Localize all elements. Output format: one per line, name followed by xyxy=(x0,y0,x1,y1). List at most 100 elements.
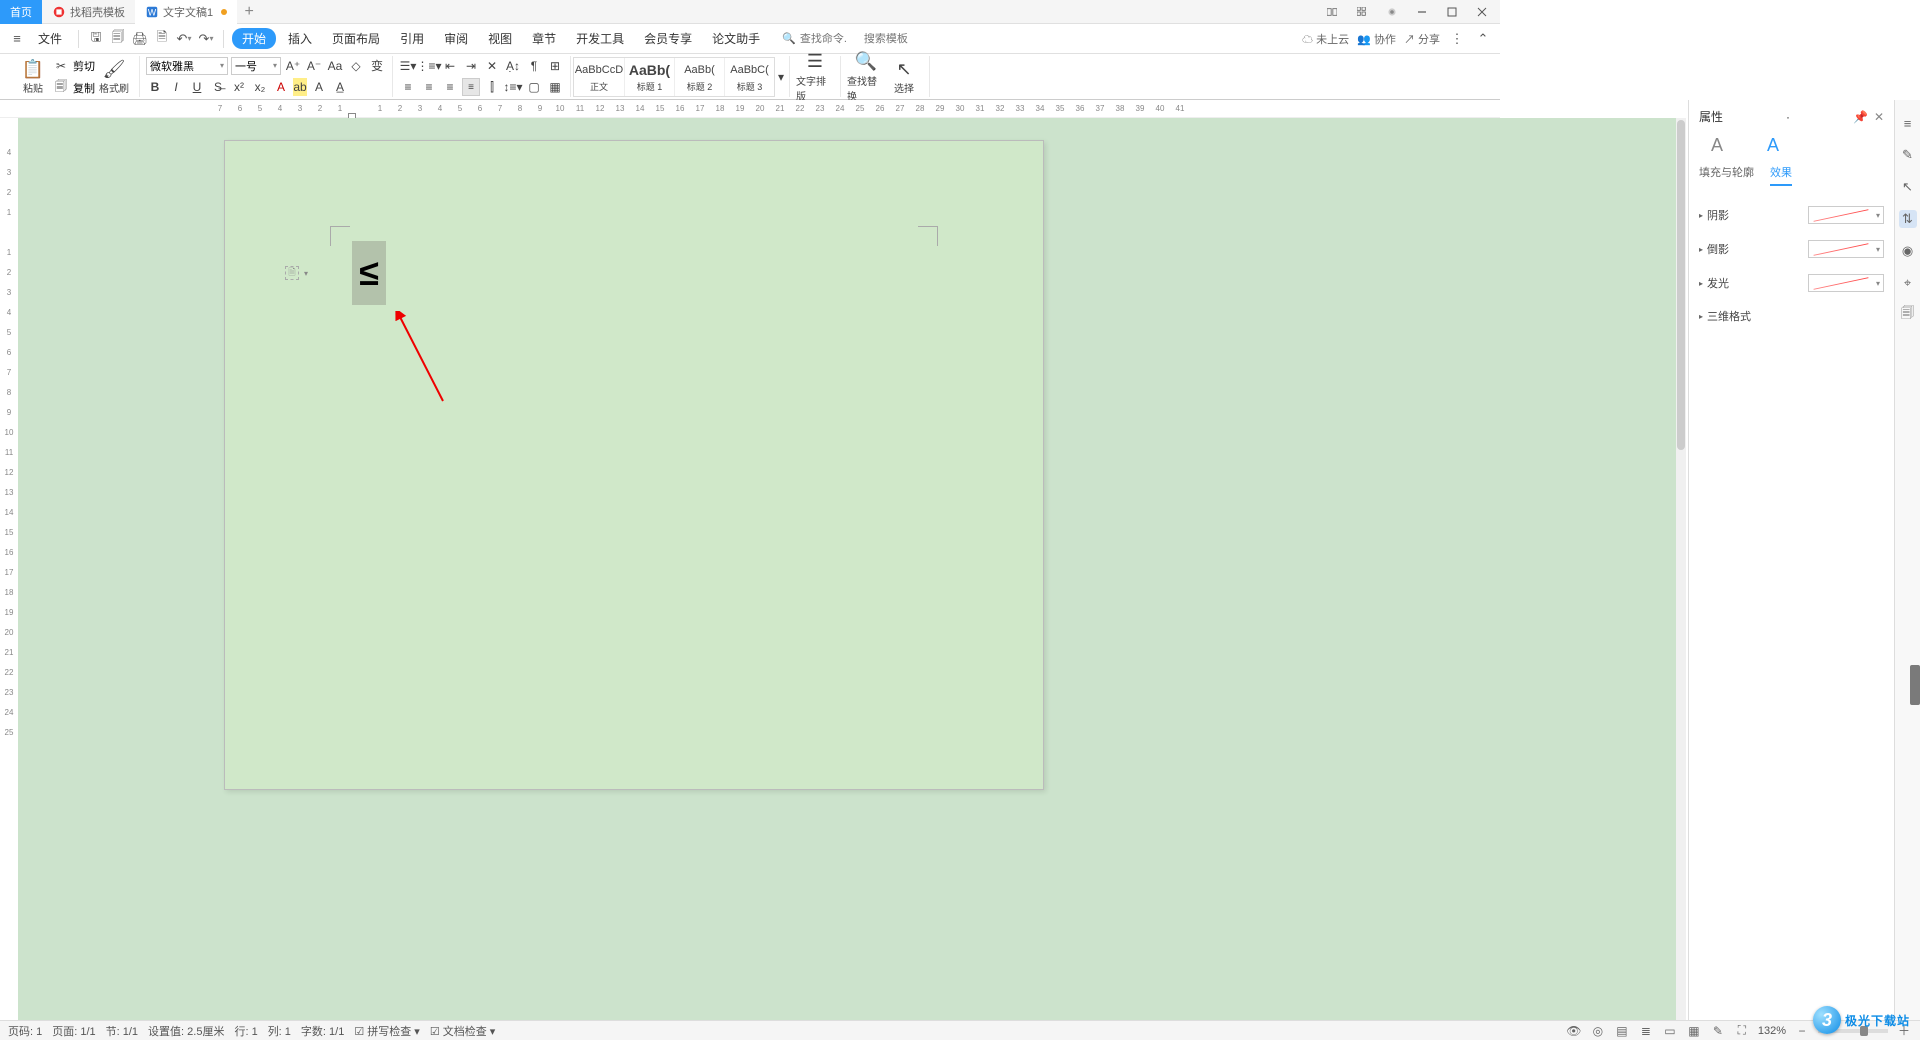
text-layout-button[interactable]: ☰文字排版 xyxy=(796,51,834,103)
tab-doc1[interactable]: W 文字文稿1 xyxy=(135,0,237,24)
menu-page-layout[interactable]: 页面布局 xyxy=(324,28,388,49)
document-page[interactable]: 🗎 ≤ xyxy=(224,140,1044,790)
sidepanel-hamburger-icon[interactable]: ≡ xyxy=(1899,114,1917,132)
zoom-out-button[interactable]: − xyxy=(1794,1023,1810,1039)
border-button[interactable]: ⊞ xyxy=(546,57,564,75)
ruler-horizontal[interactable]: 7654321123456789101112131415161718192021… xyxy=(0,100,1500,118)
sb-words[interactable]: 字数: 1/1 xyxy=(301,1023,344,1039)
font-size-select[interactable]: 一号▾ xyxy=(231,57,281,75)
font-name-select[interactable]: 微软雅黑▾ xyxy=(146,57,228,75)
text-props-tab-icon[interactable]: A xyxy=(1699,135,1735,156)
glow-preset[interactable] xyxy=(1808,274,1884,292)
sb-page[interactable]: 页面: 1/1 xyxy=(52,1023,95,1039)
sb-fit-icon[interactable]: ⛶ xyxy=(1734,1023,1750,1039)
align-right-button[interactable]: ≡ xyxy=(441,78,459,96)
maximize-button[interactable] xyxy=(1440,2,1464,22)
tab-home[interactable]: 首页 xyxy=(0,0,42,24)
align-left-button[interactable]: ≡ xyxy=(399,78,417,96)
spacing-button[interactable]: ↕≡▾ xyxy=(504,78,522,96)
glow-section[interactable]: ▸发光 xyxy=(1699,266,1884,300)
sb-doccheck[interactable]: ☑ 文档检查 ▾ xyxy=(430,1023,496,1039)
indent-button[interactable]: ⇥ xyxy=(462,57,480,75)
numbering-button[interactable]: ⋮≡▾ xyxy=(420,57,438,75)
menu-view[interactable]: 视图 xyxy=(480,28,520,49)
clear-format-icon[interactable]: ◇ xyxy=(347,57,365,75)
scrollbar-thumb[interactable] xyxy=(1677,120,1685,450)
pin-icon[interactable]: 📌 xyxy=(1853,110,1868,124)
quick-print-icon[interactable]: 🗎 xyxy=(153,30,171,48)
close-panel-icon[interactable]: ✕ xyxy=(1874,110,1884,124)
char-shading-button[interactable]: A̲ xyxy=(331,78,349,96)
find-replace-button[interactable]: 🔍查找替换 xyxy=(847,51,885,103)
highlight-button[interactable]: ab xyxy=(293,78,307,96)
align-center-button[interactable]: ≡ xyxy=(420,78,438,96)
font-increase-icon[interactable]: A⁺ xyxy=(284,57,302,75)
sb-target-icon[interactable]: ◎ xyxy=(1590,1023,1606,1039)
minimize-button[interactable] xyxy=(1410,2,1434,22)
sb-pageno[interactable]: 页码: 1 xyxy=(8,1023,42,1039)
style-h1[interactable]: AaBb(标题 1 xyxy=(624,58,674,96)
sb-pen-icon[interactable]: ✎ xyxy=(1710,1023,1726,1039)
style-gallery[interactable]: AaBbCcD正文 AaBb(标题 1 AaBb(标题 2 AaBbC(标题 3 xyxy=(573,57,775,97)
template-search-input[interactable] xyxy=(864,33,924,45)
italic-button[interactable]: I xyxy=(167,78,185,96)
sidepanel-pen-icon[interactable]: ✎ xyxy=(1899,146,1917,164)
line-spacing-button[interactable]: Ạ↕ xyxy=(504,57,522,75)
command-search-input[interactable] xyxy=(800,33,860,45)
save-icon[interactable]: 🖫 xyxy=(87,30,105,48)
copy-button[interactable]: 复制 xyxy=(73,80,95,96)
menu-start[interactable]: 开始 xyxy=(232,28,276,49)
cut-button[interactable]: 剪切 xyxy=(73,58,95,74)
threed-section[interactable]: ▸三维格式 xyxy=(1699,300,1884,332)
effects-tab-icon[interactable]: A xyxy=(1755,135,1791,156)
undo-icon[interactable]: ↶▾ xyxy=(175,30,193,48)
underline-button[interactable]: U xyxy=(188,78,206,96)
sb-position[interactable]: 设置值: 2.5厘米 xyxy=(148,1023,224,1039)
sb-outline-icon[interactable]: ≣ xyxy=(1638,1023,1654,1039)
sb-spellcheck[interactable]: ☑ 拼写检查 ▾ xyxy=(354,1023,420,1039)
format-painter-button[interactable]: 🖌 格式刷 xyxy=(95,58,133,95)
phonetic-icon[interactable]: 变 xyxy=(368,57,386,75)
menu-insert[interactable]: 插入 xyxy=(280,28,320,49)
menu-references[interactable]: 引用 xyxy=(392,28,432,49)
bullets-button[interactable]: ☰▾ xyxy=(399,57,417,75)
shadow-section[interactable]: ▸阴影 xyxy=(1699,198,1884,232)
redo-icon[interactable]: ↷▾ xyxy=(197,30,215,48)
cloud-sync-icon[interactable] xyxy=(1380,2,1404,22)
text-effect-button[interactable]: A xyxy=(310,78,328,96)
vertical-scrollbar[interactable] xyxy=(1676,118,1686,1020)
distribute-button[interactable]: ⫿ xyxy=(483,78,501,96)
menu-file[interactable]: 文件 xyxy=(30,28,70,49)
sidepanel-doc-icon[interactable]: 🗐 xyxy=(1899,306,1917,324)
align-justify-button[interactable]: ≡ xyxy=(462,78,480,96)
side-slider-handle[interactable] xyxy=(1910,665,1920,705)
copy-icon[interactable]: 🗐 xyxy=(52,79,70,97)
menu-chapter[interactable]: 章节 xyxy=(524,28,564,49)
font-color-button[interactable]: A xyxy=(272,78,290,96)
command-search[interactable]: 🔍 xyxy=(782,32,924,45)
sort-button[interactable]: ✕ xyxy=(483,57,501,75)
sidepanel-shape-icon[interactable]: ◉ xyxy=(1899,242,1917,260)
share-button[interactable]: ↗ 分享 xyxy=(1404,31,1440,47)
more-menu-icon[interactable]: ⋮ xyxy=(1448,30,1466,48)
page-border-button[interactable]: ▦ xyxy=(546,78,564,96)
menu-thesis[interactable]: 论文助手 xyxy=(704,28,768,49)
sidepanel-compass-icon[interactable]: ⌖ xyxy=(1899,274,1917,292)
collapse-ribbon-icon[interactable]: ⌃ xyxy=(1474,30,1492,48)
sb-section[interactable]: 节: 1/1 xyxy=(106,1023,138,1039)
collab-button[interactable]: 👥 协作 xyxy=(1357,31,1396,47)
sb-zoom-value[interactable]: 132% xyxy=(1758,1025,1786,1037)
superscript-button[interactable]: x² xyxy=(230,78,248,96)
show-mark-button[interactable]: ¶ xyxy=(525,57,543,75)
font-decrease-icon[interactable]: A⁻ xyxy=(305,57,323,75)
change-case-icon[interactable]: Aa xyxy=(326,57,344,75)
cloud-status[interactable]: ☁ 未上云 xyxy=(1302,31,1349,47)
strikethrough-button[interactable]: S̶ xyxy=(209,78,227,96)
sb-weblayout-icon[interactable]: ▭ xyxy=(1662,1023,1678,1039)
menu-devtools[interactable]: 开发工具 xyxy=(568,28,632,49)
effect-tab[interactable]: 效果 xyxy=(1770,164,1792,186)
tab-add-button[interactable]: + xyxy=(237,3,261,21)
close-button[interactable] xyxy=(1470,2,1494,22)
style-normal[interactable]: AaBbCcD正文 xyxy=(574,58,624,96)
sb-printlayout-icon[interactable]: ▦ xyxy=(1686,1023,1702,1039)
